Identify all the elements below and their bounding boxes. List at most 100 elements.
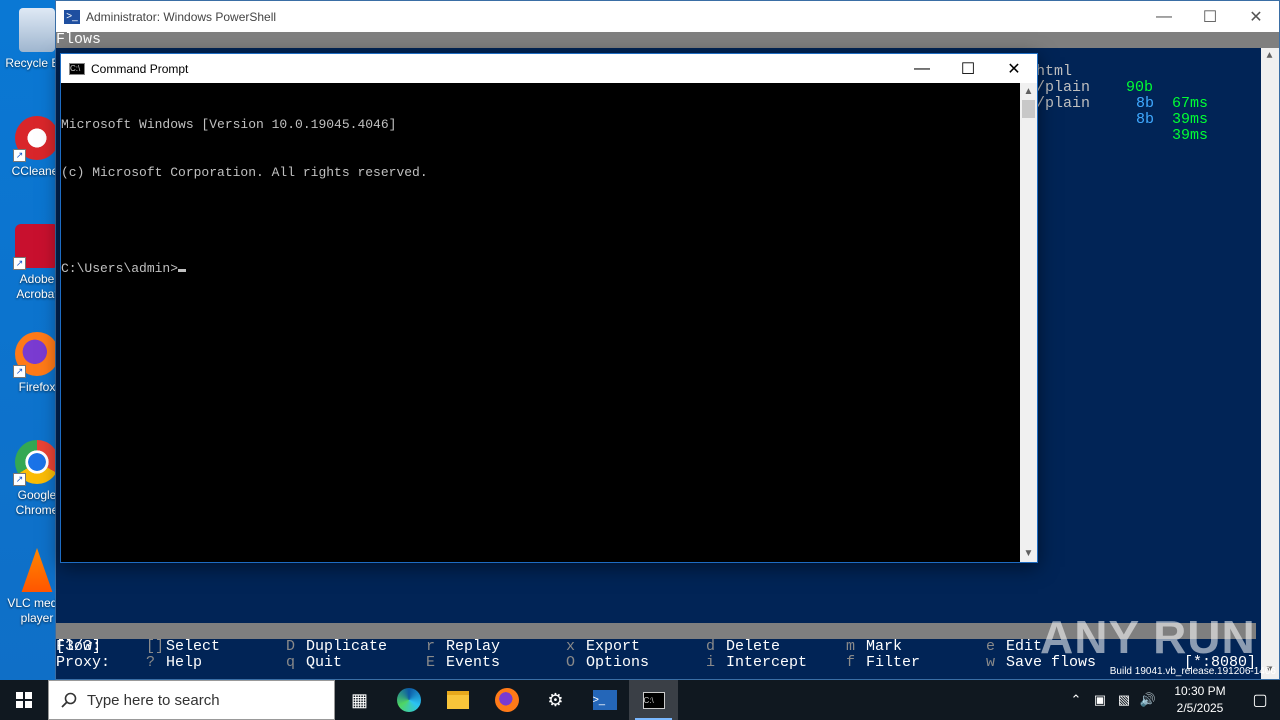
shortcut-arrow-icon: ↗ [13, 473, 26, 486]
shortcut-arrow-icon: ↗ [13, 257, 26, 270]
prompt-text: C:\Users\admin> [61, 261, 179, 276]
key-hint: e [986, 638, 996, 655]
cmd-scrollbar[interactable]: ▲ ▼ [1020, 83, 1037, 562]
version-line: Microsoft Windows [Version 10.0.19045.40… [61, 117, 397, 132]
key-label: Intercept [726, 654, 808, 671]
start-button[interactable] [0, 680, 48, 720]
key-label: Options [586, 654, 650, 671]
scroll-down-icon[interactable]: ▼ [1020, 545, 1037, 562]
notification-icon[interactable]: ▢ [1240, 690, 1280, 710]
flow-label: Flow: [56, 638, 102, 655]
scroll-up-icon[interactable]: ▲ [1020, 83, 1037, 100]
copyright-line: (c) Microsoft Corporation. All rights re… [61, 165, 428, 180]
flow-size: 8b [1136, 95, 1155, 112]
key-label: Quit [306, 654, 343, 671]
flows-header: Flows [56, 32, 1279, 48]
chevron-up-icon[interactable]: ⌃ [1064, 692, 1088, 708]
firefox-icon: ↗ [13, 332, 59, 378]
file-explorer-taskbar-button[interactable] [433, 680, 482, 720]
flow-time: 39ms [1172, 111, 1209, 128]
task-view-icon: ▦ [350, 689, 368, 710]
firefox-icon [494, 688, 519, 712]
windows-logo-icon [16, 692, 32, 708]
flow-size: 8b [1136, 111, 1155, 128]
recycle-bin-icon [19, 8, 55, 52]
cmd-taskbar-button[interactable]: C:\ [629, 680, 678, 720]
clock-date: 2/5/2025 [1176, 701, 1224, 715]
taskbar: Type here to search ▦ ⚙ >_ C:\ ⌃ ▣ ▧ 🔊 1… [0, 680, 1280, 720]
key-label: Export [586, 638, 641, 655]
key-hint: D [286, 638, 296, 655]
maximize-button[interactable]: ☐ [945, 54, 991, 83]
key-hint: ? [146, 654, 156, 671]
key-label: Delete [726, 638, 781, 655]
minimize-button[interactable]: — [899, 54, 945, 83]
shortcut-arrow-icon: ↗ [13, 149, 26, 162]
network-icon[interactable]: ▧ [1112, 692, 1136, 708]
key-label: Filter [866, 654, 921, 671]
search-placeholder: Type here to search [87, 691, 220, 709]
cmd-icon: C:\ [642, 691, 665, 709]
gear-icon: ⚙ [547, 689, 564, 710]
powershell-taskbar-button[interactable]: >_ [580, 680, 629, 720]
minimize-button[interactable]: — [1141, 1, 1187, 32]
cmd-title-bar[interactable]: C:\ Command Prompt — ☐ ✕ [61, 54, 1037, 83]
cmd-console[interactable]: Microsoft Windows [Version 10.0.19045.40… [61, 83, 1020, 562]
key-hint: x [566, 638, 576, 655]
scroll-up-icon[interactable]: ▲ [1261, 48, 1278, 65]
security-icon[interactable]: ▣ [1088, 692, 1112, 708]
key-label: Duplicate [306, 638, 388, 655]
firefox-taskbar-button[interactable] [482, 680, 531, 720]
key-hint: m [846, 638, 856, 655]
volume-icon[interactable]: 🔊 [1136, 692, 1160, 708]
key-label: Replay [446, 638, 501, 655]
key-hint: f [846, 654, 856, 671]
chrome-icon: ↗ [13, 440, 59, 486]
key-label: Edit [1006, 638, 1043, 655]
key-hint: r [426, 638, 436, 655]
clock-time: 10:30 PM [1174, 684, 1226, 698]
key-hint: i [706, 654, 716, 671]
close-button[interactable]: ✕ [1233, 1, 1279, 32]
powershell-scrollbar[interactable]: ▲ ▼ [1261, 48, 1279, 679]
prompt-line[interactable]: C:\Users\admin> [61, 261, 1020, 277]
adobe-acrobat-icon: ↗ [13, 224, 59, 270]
search-icon [61, 692, 77, 708]
cmd-icon: C:\ [69, 62, 85, 75]
ccleaner-icon: ↗ [13, 116, 59, 162]
close-button[interactable]: ✕ [991, 54, 1037, 83]
key-hint: d [706, 638, 716, 655]
build-info: Build 19041.vb_release.191206-1406 [1109, 666, 1276, 677]
powershell-icon: >_ [592, 690, 617, 710]
key-label: Mark [866, 638, 903, 655]
edge-taskbar-button[interactable] [384, 680, 433, 720]
flow-type: /plain [1036, 95, 1091, 112]
powershell-icon: >_ [64, 9, 80, 24]
key-label: Help [166, 654, 203, 671]
desktop: Recycle Bin ↗ CCleaner ↗ Adobe Acrobat ↗… [0, 0, 1280, 680]
key-hint: w [986, 654, 996, 671]
flow-time: 39ms [1172, 127, 1209, 144]
text-cursor [178, 269, 187, 272]
maximize-button[interactable]: ☐ [1187, 1, 1233, 32]
system-tray: ⌃ ▣ ▧ 🔊 10:30 PM 2/5/2025 ▢ [1064, 680, 1280, 720]
shortcut-arrow-icon: ↗ [13, 365, 26, 378]
clock[interactable]: 10:30 PM 2/5/2025 [1160, 683, 1240, 717]
anyrun-watermark: ANY RUN [1040, 611, 1256, 663]
key-hint: q [286, 654, 296, 671]
flow-time: 67ms [1172, 95, 1209, 112]
command-prompt-window[interactable]: C:\ Command Prompt — ☐ ✕ Microsoft Windo… [60, 53, 1038, 563]
window-title: Command Prompt [91, 61, 189, 76]
edge-icon [396, 688, 421, 712]
key-label: Events [446, 654, 501, 671]
folder-icon [446, 691, 469, 709]
scroll-thumb[interactable] [1022, 100, 1035, 118]
settings-taskbar-button[interactable]: ⚙ [531, 680, 580, 720]
task-view-button[interactable]: ▦ [335, 680, 384, 720]
vlc-icon [21, 548, 53, 592]
key-hint: O [566, 654, 576, 671]
key-hint: [] [146, 638, 165, 655]
taskbar-search-box[interactable]: Type here to search [48, 680, 335, 720]
powershell-title-bar[interactable]: >_ Administrator: Windows PowerShell — ☐… [56, 1, 1279, 32]
key-hint: E [426, 654, 436, 671]
